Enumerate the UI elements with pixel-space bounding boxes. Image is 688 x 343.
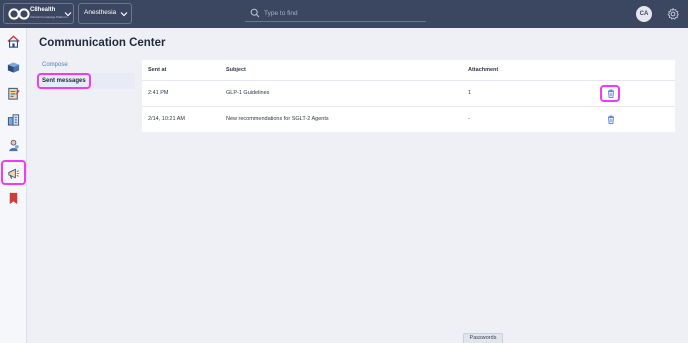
- column-header-subject: Subject: [226, 67, 246, 73]
- book-icon: [7, 61, 19, 73]
- department-label: Anesthesia: [84, 9, 117, 16]
- sent-messages-highlight: [37, 73, 91, 89]
- sent-messages-table: Sent at Subject Attachment 2:41 PM GLP-1…: [142, 60, 675, 132]
- header-divider: [142, 80, 675, 81]
- page-title: Communication Center: [39, 37, 166, 49]
- search-icon: [250, 8, 260, 18]
- avatar[interactable]: CA: [636, 6, 652, 22]
- home-icon: [6, 34, 20, 48]
- cell-sent-at: 2/14, 10:21 AM: [148, 116, 185, 122]
- search-input[interactable]: [264, 6, 422, 20]
- sidebar-item-home[interactable]: [2, 30, 24, 52]
- gear-icon[interactable]: [666, 7, 680, 21]
- chevron-down-icon: [120, 12, 128, 17]
- sidebar-item-bookmarks[interactable]: [2, 187, 24, 209]
- brand-name: C8health: [30, 7, 56, 13]
- column-header-sent-at: Sent at: [148, 67, 167, 73]
- search-bar: [245, 5, 426, 22]
- chevron-down-icon: [64, 12, 72, 17]
- building-icon: [7, 113, 19, 126]
- sidebar-item-facilities[interactable]: [2, 108, 24, 130]
- trash-icon[interactable]: [607, 115, 615, 124]
- people-icon: [8, 139, 19, 151]
- brand-tagline: Clinical Knowledge Platform: [30, 15, 68, 19]
- sidebar-item-checklists[interactable]: [2, 82, 24, 104]
- top-bar: C8health Clinical Knowledge Platform Ane…: [0, 0, 688, 28]
- column-header-attachment: Attachment: [468, 67, 499, 73]
- checklist-icon: [7, 87, 20, 100]
- cell-attachment: 1: [468, 90, 472, 96]
- cell-attachment: -: [468, 116, 470, 122]
- cell-subject: New recommendations for SGLT-2 Agents: [226, 116, 329, 122]
- sidebar-item-library[interactable]: [2, 56, 24, 78]
- cell-subject: GLP-1 Guidelines: [226, 90, 270, 96]
- infinity-logo-icon: [8, 8, 30, 20]
- subnav-compose-link[interactable]: Compose: [42, 62, 68, 68]
- passwords-button[interactable]: Passwords: [463, 333, 503, 343]
- bookmark-icon: [9, 192, 17, 204]
- row-divider: [142, 106, 675, 107]
- selected-item-highlight: [1, 160, 26, 185]
- department-selector[interactable]: Anesthesia: [78, 3, 132, 24]
- sidebar: [0, 28, 27, 343]
- sidebar-item-contacts[interactable]: [2, 134, 24, 156]
- organization-selector[interactable]: C8health Clinical Knowledge Platform: [3, 3, 74, 24]
- cell-sent-at: 2:41 PM: [148, 90, 169, 96]
- delete-highlight: [600, 85, 620, 102]
